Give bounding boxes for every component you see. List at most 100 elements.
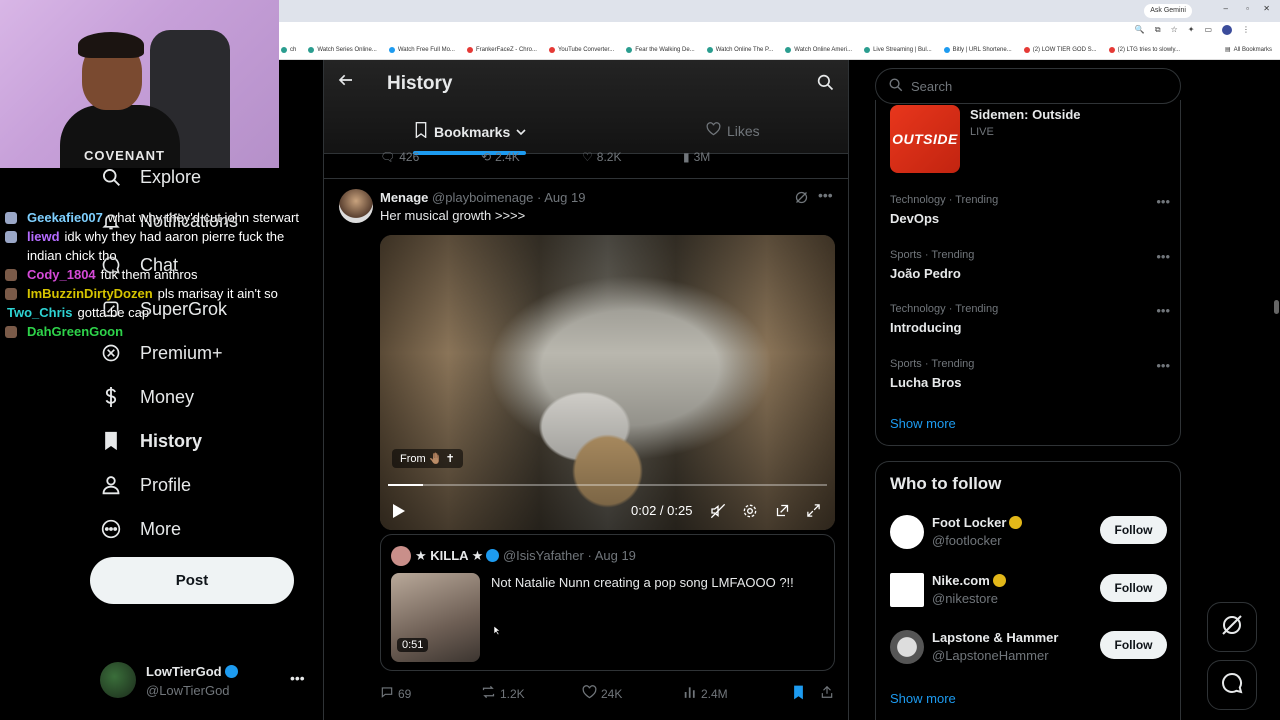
who-to-follow-panel: Who to follow Foot Locker @footlocker Fo… (875, 461, 1181, 720)
messages-float-button[interactable] (1207, 660, 1257, 710)
grok-float-button[interactable] (1207, 602, 1257, 652)
trend-item[interactable]: Sports · Trending Lucha Bros ••• (890, 358, 1170, 390)
views-action[interactable]: ▮ 3M (683, 150, 784, 164)
share-icon[interactable] (820, 685, 834, 702)
streamer-hair (78, 32, 144, 58)
bookmark-item[interactable]: ch (281, 46, 296, 53)
avatar[interactable] (339, 189, 373, 223)
repost-action[interactable]: ⟲ 2.4K (481, 150, 582, 164)
scrollbar-thumb[interactable] (1274, 300, 1279, 314)
post-button[interactable]: Post (90, 557, 294, 604)
ask-gemini-button[interactable]: Ask Gemini (1144, 4, 1192, 18)
chat-badge-icon (5, 326, 17, 338)
settings-gear-icon[interactable] (742, 503, 758, 524)
bookmark-item[interactable]: (2) LOW TIER GOD S... (1023, 46, 1097, 53)
video-progress-bar[interactable] (388, 484, 827, 486)
bookmark-item[interactable]: FrankerFaceZ - Chro... (466, 46, 537, 53)
avatar[interactable] (890, 630, 924, 664)
bookmark-item[interactable]: Live Streaming | Bul... (864, 46, 932, 53)
picture-in-picture-icon[interactable] (775, 503, 790, 523)
close-window-icon[interactable]: ✕ (1263, 4, 1270, 13)
show-more-link[interactable]: Show more (890, 691, 956, 706)
zoom-icon[interactable]: 🔍 (1135, 25, 1145, 35)
avatar[interactable] (890, 515, 924, 549)
tab-bookmarks[interactable]: Bookmarks (414, 122, 526, 141)
avatar[interactable] (391, 546, 411, 566)
extension-icon[interactable]: ⧉ (1155, 25, 1161, 35)
minimize-icon[interactable]: – (1224, 4, 1228, 13)
tab-likes[interactable]: Likes (706, 122, 760, 139)
back-arrow-icon[interactable] (338, 72, 354, 93)
more-dots-icon[interactable]: ••• (1156, 249, 1170, 264)
who-to-follow-title: Who to follow (890, 474, 1002, 493)
follow-button[interactable]: Follow (1100, 574, 1167, 602)
bookmark-item[interactable]: YouTube Converter... (548, 46, 614, 53)
reply-action[interactable]: 🗨 426 (380, 150, 481, 164)
mouse-cursor-icon (493, 625, 501, 636)
trend-item[interactable]: Technology · Trending DevOps ••• (890, 194, 1170, 226)
favicon-icon (466, 46, 473, 53)
fullscreen-icon[interactable] (806, 503, 821, 523)
puzzle-icon[interactable]: ✦ (1188, 25, 1195, 35)
nav-more[interactable]: More (100, 518, 181, 540)
follow-button[interactable]: Follow (1100, 631, 1167, 659)
chat-icon (1220, 671, 1244, 700)
more-dots-icon[interactable]: ••• (1156, 194, 1170, 209)
nav-explore[interactable]: Explore (100, 166, 201, 188)
bookmarks-bar: ch Watch Series Online... Watch Free Ful… (279, 40, 1280, 60)
browser-menu-icon[interactable]: ⋮ (1242, 25, 1250, 35)
search-icon[interactable] (816, 73, 834, 96)
restore-icon[interactable]: ▫ (1246, 4, 1249, 13)
follow-suggestion[interactable]: Nike.com @nikestore Follow (890, 570, 1170, 610)
trend-item[interactable]: Sports · Trending João Pedro ••• (890, 249, 1170, 281)
more-dots-icon[interactable]: ••• (1156, 303, 1170, 318)
video-player[interactable]: From 🤚🏽 ✝ 0:02 / 0:25 (380, 235, 835, 530)
trends-panel: OUTSIDE Sidemen: Outside LIVE Technology… (875, 100, 1181, 446)
quoted-tweet[interactable]: ★ KILLA ★ @IsisYafather · Aug 19 0:51 No… (380, 534, 835, 671)
nav-money[interactable]: Money (100, 386, 194, 408)
profile-avatar-icon[interactable] (1222, 25, 1232, 35)
mute-icon[interactable] (710, 503, 726, 524)
avatar[interactable] (890, 573, 924, 607)
bookmark-item[interactable]: Fear the Walking De... (626, 46, 695, 53)
video-time: 0:02 / 0:25 (631, 503, 693, 518)
grok-icon[interactable] (794, 190, 809, 210)
nav-history[interactable]: History (100, 430, 202, 452)
tweet[interactable]: Menage @playboimenage · Aug 19 ••• Her m… (324, 178, 848, 701)
search-input[interactable]: Search (875, 68, 1181, 104)
bookmark-item[interactable]: (2) LTG tries to slowly... (1108, 46, 1180, 53)
chat-badge-icon (5, 212, 17, 224)
more-dots-icon[interactable]: ••• (1156, 358, 1170, 373)
nav-premium[interactable]: Premium+ (100, 342, 223, 364)
chat-badge-icon (5, 231, 17, 243)
reply-action[interactable]: 69 (380, 685, 481, 702)
show-more-link[interactable]: Show more (890, 416, 956, 431)
bookmark-item[interactable]: Bitly | URL Shortene... (943, 46, 1012, 53)
like-action[interactable]: ♡ 8.2K (582, 150, 683, 164)
quoted-video-thumbnail[interactable]: 0:51 (391, 573, 480, 662)
trend-item[interactable]: Technology · Trending Introducing ••• (890, 303, 1170, 335)
reply-icon (380, 685, 394, 702)
bookmark-item[interactable]: Watch Online Ameri... (785, 46, 852, 53)
more-dots-icon[interactable]: ••• (818, 187, 833, 203)
follow-suggestion[interactable]: Lapstone & Hammer @LapstoneHammer Follow (890, 627, 1170, 667)
views-action[interactable]: 2.4M (683, 685, 784, 702)
more-dots-icon[interactable]: ••• (290, 670, 305, 686)
bookmark-item[interactable]: Watch Online The P... (706, 46, 773, 53)
bookmark-filled-icon[interactable] (792, 685, 805, 703)
play-icon[interactable] (392, 503, 406, 524)
bookmark-item[interactable]: Watch Free Full Mo... (388, 46, 455, 53)
window-icon[interactable]: ▭ (1204, 25, 1212, 35)
live-thumbnail[interactable]: OUTSIDE (890, 105, 960, 173)
nav-profile[interactable]: Profile (100, 474, 191, 496)
follow-button[interactable]: Follow (1100, 516, 1167, 544)
bookmark-item[interactable]: Watch Series Online... (308, 46, 377, 53)
like-action[interactable]: 24K (582, 685, 683, 702)
follow-suggestion[interactable]: Foot Locker @footlocker Follow (890, 512, 1170, 552)
account-switcher[interactable]: LowTierGod @LowTierGod ••• (100, 660, 310, 700)
page-title: History (387, 73, 453, 94)
star-icon[interactable]: ☆ (1171, 25, 1178, 35)
repost-action[interactable]: 1.2K (481, 685, 582, 702)
live-title[interactable]: Sidemen: Outside (970, 107, 1081, 122)
all-bookmarks[interactable]: ▤ All Bookmarks (1225, 46, 1272, 54)
